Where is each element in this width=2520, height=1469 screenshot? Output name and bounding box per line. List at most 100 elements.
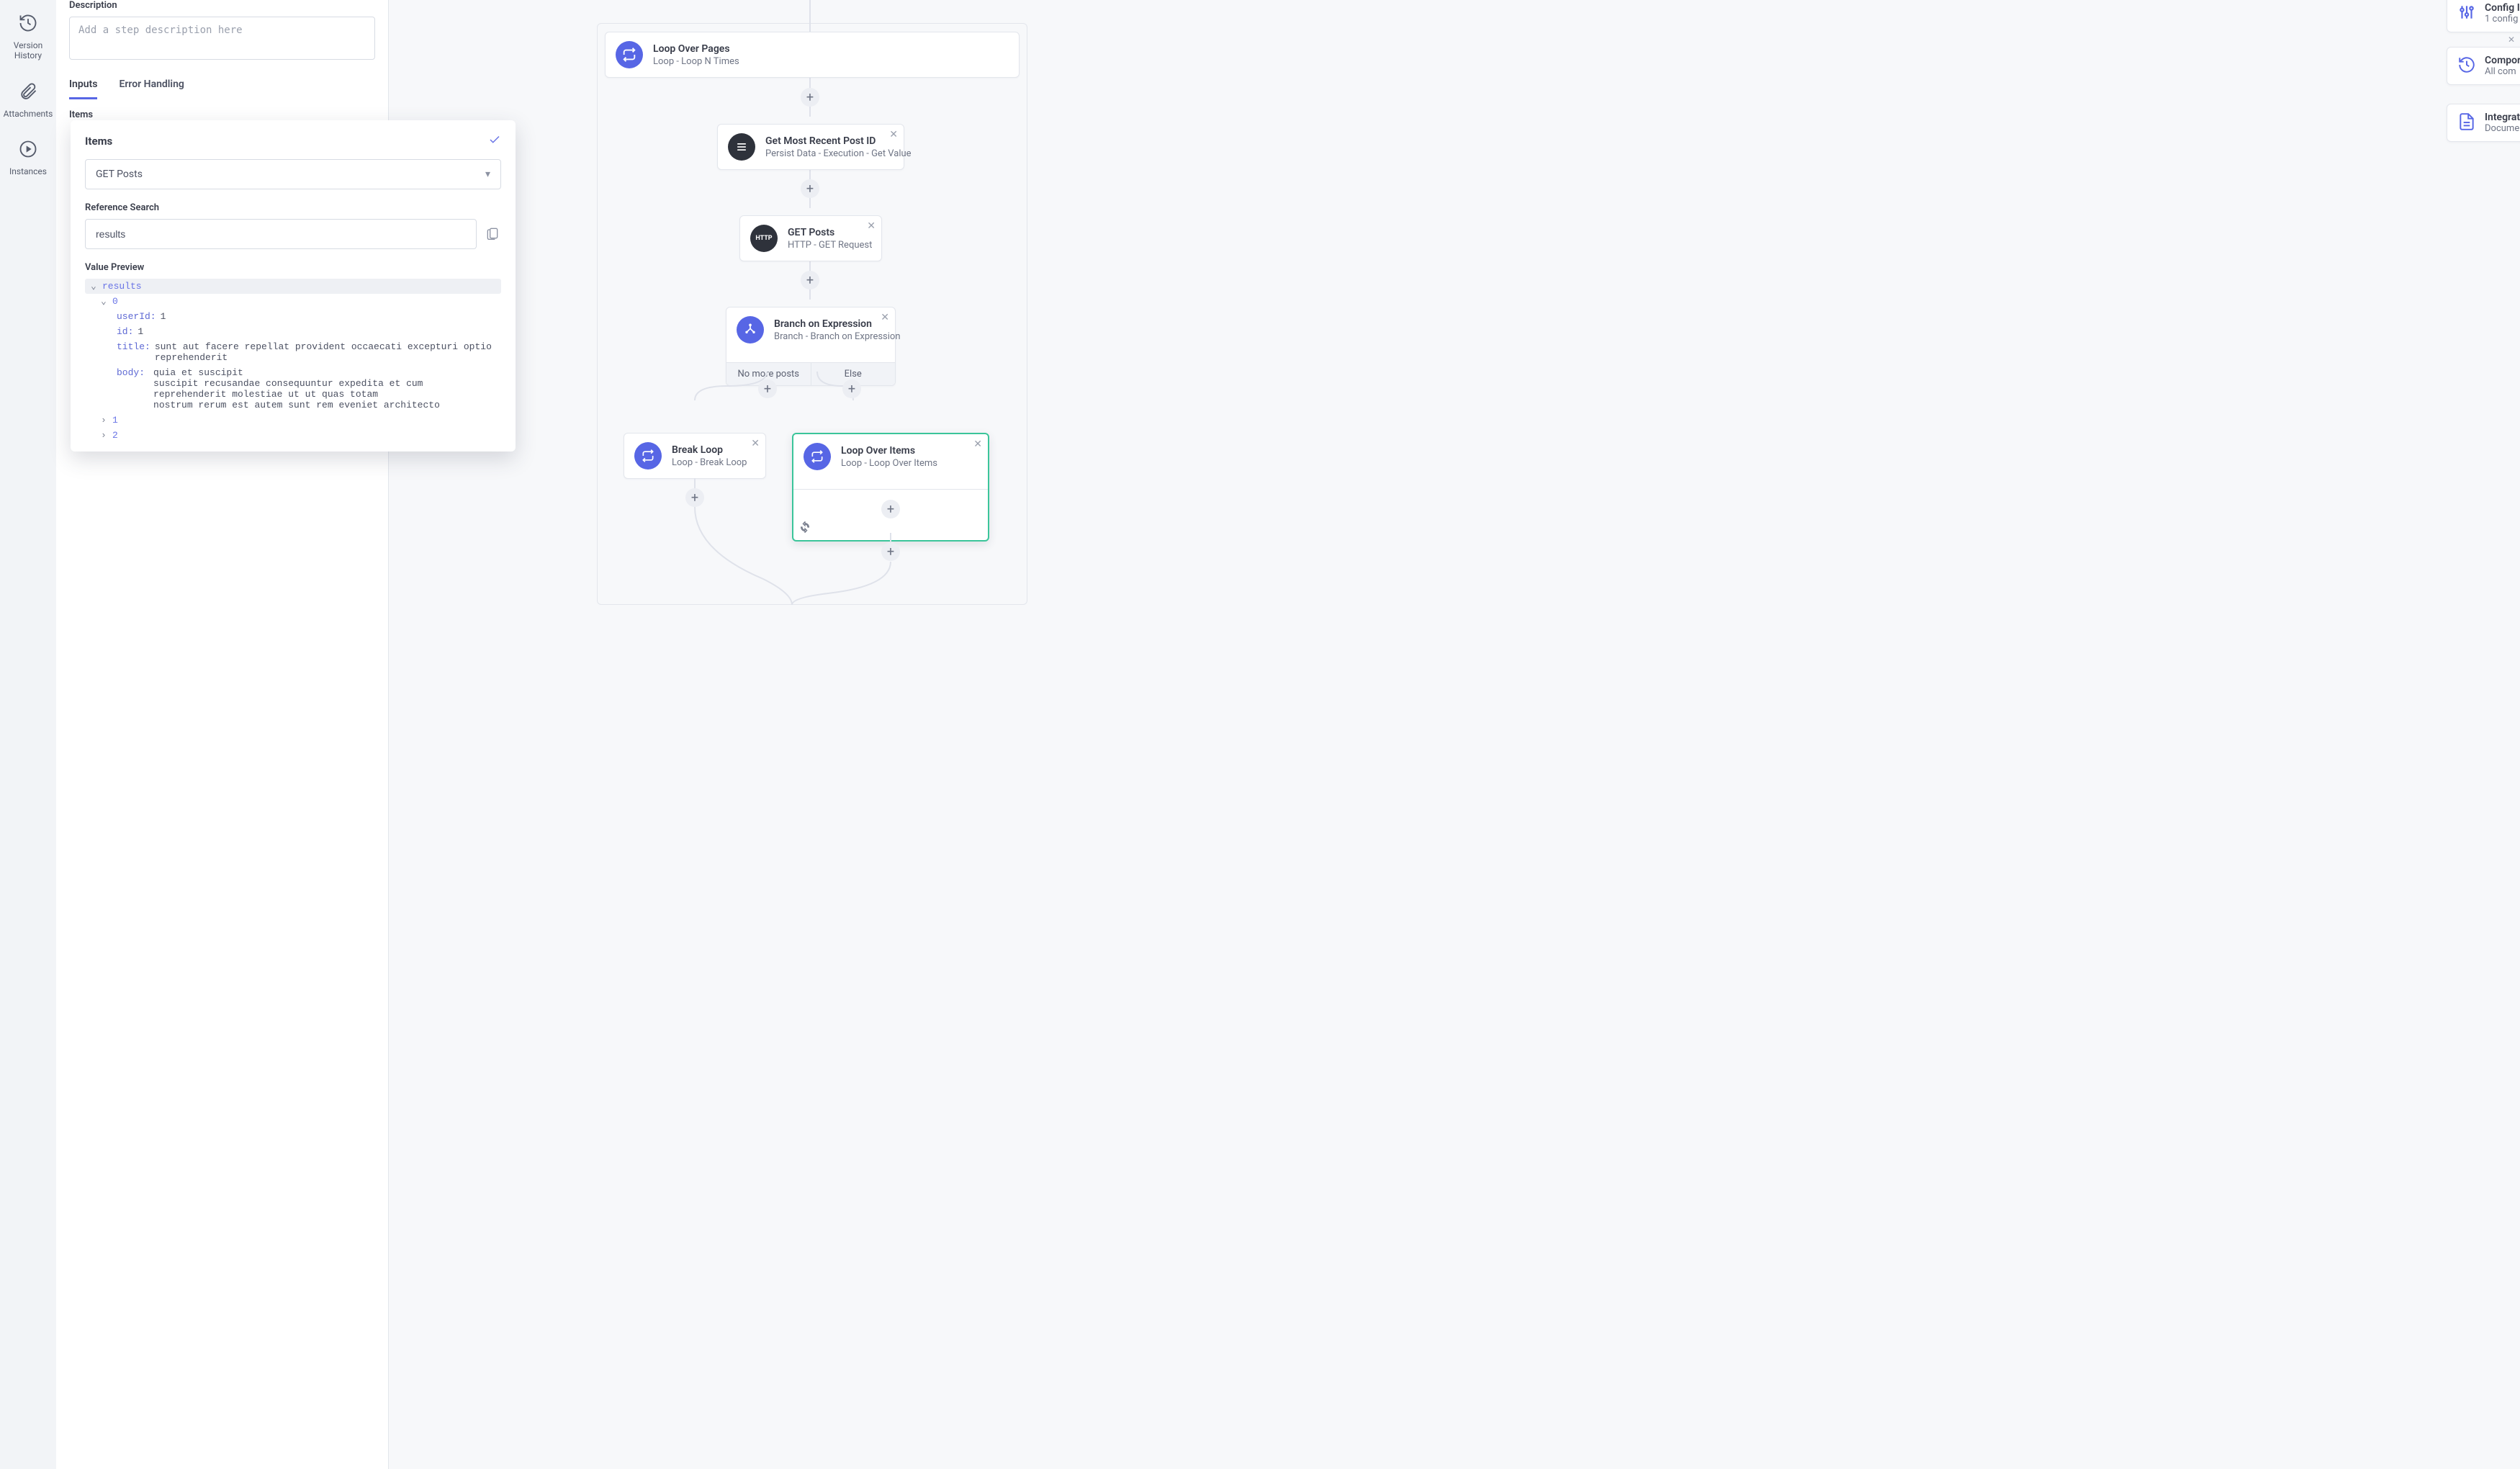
- tree-value: reprehenderit molestiae ut ut quas totam: [153, 389, 440, 400]
- tree-node[interactable]: ⌄ results: [85, 279, 501, 294]
- tab-inputs[interactable]: Inputs: [69, 78, 97, 99]
- tree-key: id:: [117, 326, 133, 337]
- node-subtitle: HTTP - GET Request: [788, 240, 872, 251]
- tree-key: title:: [117, 341, 150, 352]
- chevron-down-icon: ▾: [485, 169, 490, 180]
- description-label: Description: [69, 0, 375, 11]
- description-input[interactable]: [69, 17, 375, 60]
- http-icon: HTTP: [750, 225, 778, 252]
- node-subtitle: Loop - Loop Over Items: [841, 458, 937, 469]
- flow-canvas[interactable]: Loop Over Pages Loop - Loop N Times + ✕ …: [389, 0, 2520, 1469]
- play-circle-icon: [18, 139, 38, 162]
- sidebar-item-attachments[interactable]: Attachments: [4, 81, 53, 119]
- panel-subtitle: Docume: [2485, 123, 2520, 134]
- connector-line: [677, 507, 907, 605]
- value-preview-tree: ⌄ results ⌄ 0 userId: 1 id: 1 title: sun…: [85, 279, 501, 443]
- tree-node[interactable]: › 2: [85, 428, 501, 443]
- node-loop-over-pages[interactable]: Loop Over Pages Loop - Loop N Times: [605, 32, 1020, 78]
- tree-value: quia et suscipit: [153, 367, 440, 378]
- panel-subtitle: 1 config: [2485, 14, 2520, 24]
- close-icon[interactable]: ✕: [881, 312, 889, 323]
- node-title: Loop Over Pages: [653, 43, 739, 55]
- chevron-down-icon[interactable]: ⌄: [101, 296, 108, 307]
- sidebar-item-label: Instances: [9, 166, 47, 176]
- items-popover: Items GET Posts ▾ Reference Search Value…: [71, 120, 516, 452]
- node-break-loop[interactable]: ✕ Break Loop Loop - Break Loop: [624, 433, 766, 479]
- node-subtitle: Persist Data - Execution - Get Value: [765, 148, 912, 159]
- tab-error-handling[interactable]: Error Handling: [119, 78, 184, 99]
- sliders-icon: [2457, 3, 2476, 24]
- add-step-button[interactable]: +: [685, 488, 704, 507]
- node-subtitle: Loop - Loop N Times: [653, 56, 739, 67]
- reference-search-label: Reference Search: [85, 202, 501, 213]
- tree-value: sunt aut facere repellat provident occae…: [155, 341, 495, 363]
- tree-value: 1: [138, 326, 143, 337]
- tree-key: userId:: [117, 311, 156, 322]
- panel-subtitle: All com: [2485, 66, 2520, 77]
- sidebar-item-label: Version History: [14, 40, 42, 61]
- tree-leaf[interactable]: body: quia et suscipit suscipit recusand…: [85, 365, 501, 413]
- tree-key: 2: [112, 430, 118, 441]
- document-icon: [2457, 112, 2476, 134]
- panel-title: Config I: [2485, 2, 2520, 14]
- loop-icon: [616, 41, 643, 68]
- loop-icon: [804, 443, 831, 470]
- add-step-button[interactable]: +: [801, 88, 819, 107]
- connector-line: [694, 478, 696, 488]
- loop-icon: [634, 442, 662, 470]
- tree-value: nostrum rerum est autem sunt rem eveniet…: [153, 400, 440, 410]
- tree-node[interactable]: › 1: [85, 413, 501, 428]
- tree-key: 1: [112, 415, 118, 426]
- add-step-button[interactable]: +: [801, 179, 819, 198]
- close-icon[interactable]: ✕: [973, 439, 982, 450]
- node-get-most-recent-post-id[interactable]: ✕ Get Most Recent Post ID Persist Data -…: [717, 124, 904, 170]
- tree-key: results: [102, 281, 142, 292]
- close-icon[interactable]: ✕: [867, 220, 876, 232]
- tree-key: 0: [112, 296, 118, 307]
- confirm-button[interactable]: [488, 133, 501, 149]
- chevron-down-icon[interactable]: ⌄: [91, 281, 98, 292]
- tree-value: 1: [161, 311, 166, 322]
- panel-components[interactable]: ✕ Compor All com: [2447, 47, 2520, 85]
- select-value: GET Posts: [96, 169, 143, 180]
- panel-config[interactable]: Config I 1 config: [2447, 0, 2520, 32]
- node-title: GET Posts: [788, 227, 872, 238]
- popover-title: Items: [85, 135, 112, 148]
- node-subtitle: Branch - Branch on Expression: [774, 331, 901, 342]
- value-preview-label: Value Preview: [85, 262, 501, 273]
- sidebar-item-version-history[interactable]: Version History: [14, 13, 42, 61]
- close-icon[interactable]: ✕: [2508, 35, 2515, 45]
- sidebar-item-label: Attachments: [4, 109, 53, 119]
- add-step-button[interactable]: +: [758, 379, 777, 398]
- node-get-posts[interactable]: ✕ HTTP GET Posts HTTP - GET Request: [739, 215, 882, 261]
- tree-key: body:: [117, 367, 145, 378]
- chevron-right-icon[interactable]: ›: [101, 430, 108, 441]
- history-icon: [2457, 55, 2476, 77]
- sidebar-item-instances[interactable]: Instances: [9, 139, 47, 176]
- clipboard-icon[interactable]: [485, 226, 501, 242]
- history-icon: [18, 13, 38, 36]
- panel-title: Compor: [2485, 55, 2520, 66]
- tree-leaf[interactable]: title: sunt aut facere repellat providen…: [85, 339, 501, 365]
- tree-value: suscipit recusandae consequuntur expedit…: [153, 378, 440, 389]
- config-tabs: Inputs Error Handling: [56, 63, 388, 99]
- branch-icon: [737, 316, 764, 343]
- node-title: Break Loop: [672, 444, 747, 456]
- add-step-button[interactable]: +: [801, 271, 819, 289]
- database-icon: [728, 133, 755, 161]
- close-icon[interactable]: ✕: [751, 438, 760, 449]
- connector-line: [809, 0, 811, 32]
- tree-leaf[interactable]: id: 1: [85, 324, 501, 339]
- node-title: Loop Over Items: [841, 445, 937, 457]
- add-step-button[interactable]: +: [842, 379, 861, 398]
- panel-integration[interactable]: Integrat Docume: [2447, 104, 2520, 142]
- panel-title: Integrat: [2485, 112, 2520, 123]
- paperclip-icon: [18, 81, 38, 104]
- tree-leaf[interactable]: userId: 1: [85, 309, 501, 324]
- sidebar: Version History Attachments Instances: [0, 0, 56, 1469]
- reference-step-select[interactable]: GET Posts ▾: [85, 159, 501, 189]
- chevron-right-icon[interactable]: ›: [101, 415, 108, 426]
- reference-search-input[interactable]: [85, 219, 477, 249]
- close-icon[interactable]: ✕: [889, 129, 898, 140]
- tree-node[interactable]: ⌄ 0: [85, 294, 501, 309]
